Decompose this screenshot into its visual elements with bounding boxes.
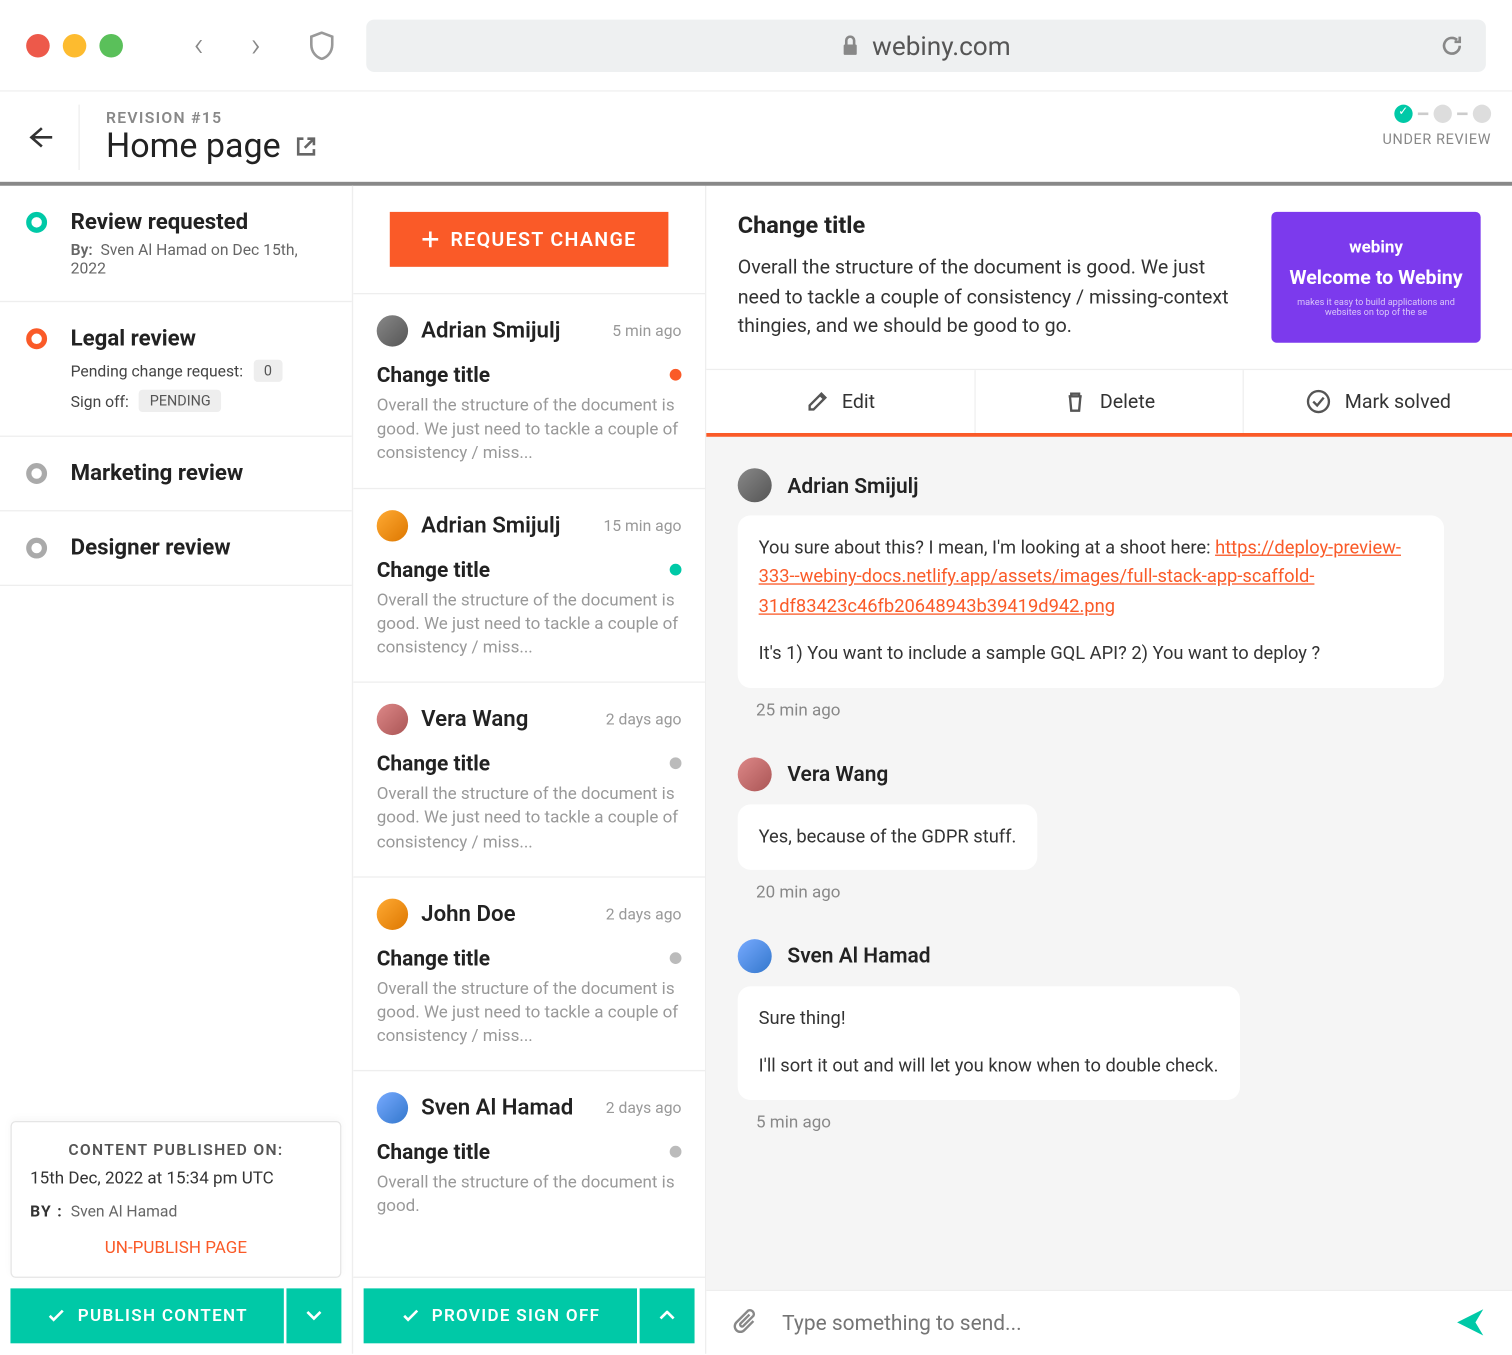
detail-action-bar: Edit Delete Mark solved [706, 369, 1512, 437]
status-dot-icon [670, 952, 682, 964]
compose-input[interactable] [782, 1310, 1433, 1335]
change-request-item[interactable]: John Doe2 days ago Change title Overall … [353, 876, 705, 1070]
delete-button[interactable]: Delete [975, 370, 1244, 433]
avatar [377, 704, 408, 735]
comment-item: Vera Wang Yes, because of the GDPR stuff… [738, 757, 1481, 903]
comment-time: 5 min ago [756, 1113, 1481, 1133]
change-request-item[interactable]: Adrian Smijulj15 min ago Change title Ov… [353, 487, 705, 681]
maximize-window-icon[interactable] [99, 33, 123, 57]
check-circle-icon [1305, 388, 1331, 414]
shield-icon[interactable] [308, 31, 334, 60]
step-bullet-icon [26, 328, 47, 349]
chevron-up-icon [659, 1311, 675, 1321]
step-review-requested[interactable]: Review requested By: Sven Al Hamad on De… [0, 186, 352, 302]
step-bullet-icon [26, 538, 47, 559]
browser-chrome: ‹ › webiny.com [0, 0, 1512, 92]
browser-forward-icon[interactable]: › [235, 26, 277, 65]
revision-label: REVISION #15 [106, 108, 317, 126]
change-request-detail-panel: Change title Overall the structure of th… [706, 186, 1512, 1354]
page-title: Home page [106, 126, 281, 165]
page-header: REVISION #15 Home page UNDER REVIEW [0, 92, 1512, 186]
avatar [377, 898, 408, 929]
step-bullet-icon [26, 212, 47, 233]
comment-bubble: You sure about this? I mean, I'm looking… [738, 515, 1444, 687]
reload-icon[interactable] [1439, 32, 1465, 58]
step-bullet-icon [26, 463, 47, 484]
progress-steps [1383, 105, 1492, 123]
compose-bar [706, 1290, 1512, 1354]
step-marketing-review[interactable]: Marketing review [0, 437, 352, 512]
detail-title: Change title [738, 212, 1246, 239]
plus-icon [422, 230, 440, 248]
send-icon[interactable] [1454, 1307, 1485, 1338]
close-window-icon[interactable] [26, 33, 50, 57]
url-bar[interactable]: webiny.com [366, 19, 1486, 71]
provide-signoff-button[interactable]: PROVIDE SIGN OFF [364, 1288, 637, 1343]
preview-thumbnail[interactable]: webiny Welcome to Webiny makes it easy t… [1271, 212, 1480, 343]
comment-bubble: Yes, because of the GDPR stuff. [738, 804, 1038, 870]
mark-solved-button[interactable]: Mark solved [1244, 370, 1512, 433]
status-label: UNDER REVIEW [1383, 131, 1492, 148]
comment-time: 20 min ago [756, 883, 1481, 903]
avatar [377, 1093, 408, 1124]
publish-dropdown-button[interactable] [286, 1288, 341, 1343]
change-request-item[interactable]: Vera Wang2 days ago Change title Overall… [353, 682, 705, 876]
change-requests-panel: REQUEST CHANGE Adrian Smijulj5 min ago C… [353, 186, 706, 1354]
publish-info-card: CONTENT PUBLISHED ON: 15th Dec, 2022 at … [10, 1121, 341, 1278]
avatar [738, 468, 772, 502]
avatar [377, 510, 408, 541]
avatar [738, 939, 772, 973]
workflow-steps-panel: Review requested By: Sven Al Hamad on De… [0, 186, 353, 1354]
status-dot-icon [670, 563, 682, 575]
signoff-dropdown-button[interactable] [640, 1288, 695, 1343]
step-dot-2 [1434, 105, 1452, 123]
comments-pane: Adrian Smijulj You sure about this? I me… [706, 437, 1512, 1290]
unpublish-link[interactable]: UN-PUBLISH PAGE [30, 1239, 322, 1259]
comment-bubble: Sure thing! I'll sort it out and will le… [738, 986, 1240, 1100]
request-change-button[interactable]: REQUEST CHANGE [390, 212, 668, 267]
external-link-icon[interactable] [294, 134, 318, 158]
trash-icon [1063, 390, 1087, 414]
browser-back-icon[interactable]: ‹ [178, 26, 220, 65]
comment-item: Sven Al Hamad Sure thing! I'll sort it o… [738, 939, 1481, 1132]
check-icon [400, 1305, 421, 1326]
check-icon [46, 1305, 67, 1326]
pencil-icon [805, 390, 829, 414]
signoff-badge: PENDING [139, 390, 221, 412]
change-request-item[interactable]: Sven Al Hamad2 days ago Change title Ove… [353, 1070, 705, 1241]
step-dot-1 [1394, 105, 1412, 123]
comment-item: Adrian Smijulj You sure about this? I me… [738, 468, 1481, 720]
url-text: webiny.com [872, 29, 1011, 60]
detail-description: Overall the structure of the document is… [738, 252, 1246, 340]
comment-time: 25 min ago [756, 701, 1481, 721]
avatar [377, 315, 408, 346]
chevron-down-icon [306, 1311, 322, 1321]
back-button[interactable] [24, 122, 53, 151]
change-request-item[interactable]: Adrian Smijulj5 min ago Change title Ove… [353, 293, 705, 487]
publish-content-button[interactable]: PUBLISH CONTENT [10, 1288, 283, 1343]
status-dot-icon [670, 1146, 682, 1158]
attachment-icon[interactable] [732, 1308, 761, 1337]
status-dot-icon [670, 757, 682, 769]
step-legal-review[interactable]: Legal review Pending change request:0 Si… [0, 302, 352, 437]
step-dot-3 [1473, 105, 1491, 123]
lock-icon [841, 35, 859, 56]
edit-button[interactable]: Edit [706, 370, 975, 433]
status-dot-icon [670, 369, 682, 381]
traffic-lights [26, 33, 123, 57]
minimize-window-icon[interactable] [63, 33, 87, 57]
step-designer-review[interactable]: Designer review [0, 511, 352, 586]
avatar [738, 757, 772, 791]
pending-count-badge: 0 [253, 360, 282, 382]
